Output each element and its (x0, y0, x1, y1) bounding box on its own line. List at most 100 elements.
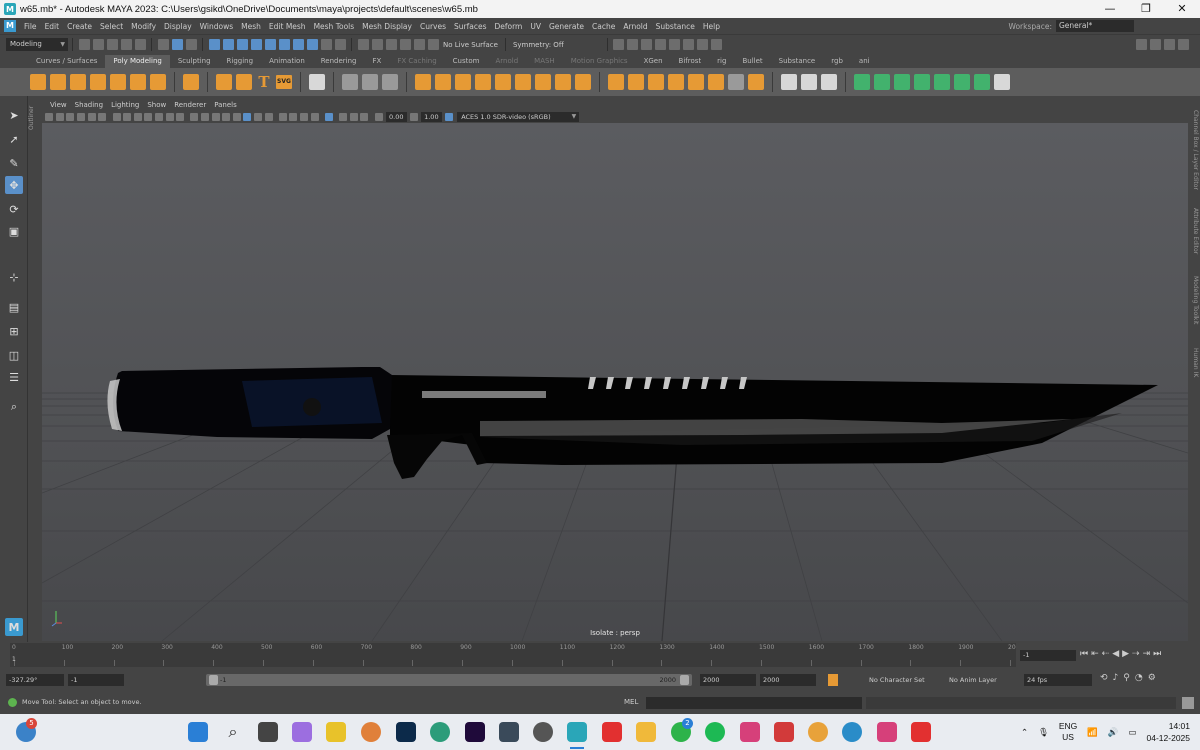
grid-toggle-icon[interactable] (112, 112, 121, 121)
wifi-icon[interactable]: 📶 (1087, 727, 1098, 738)
camera-attributes-icon[interactable] (55, 112, 64, 121)
range-end-handle[interactable] (680, 675, 689, 685)
app-blue-icon[interactable] (842, 722, 862, 742)
select-tool-icon[interactable]: ➤ (5, 106, 23, 124)
move-tool-icon[interactable]: ✥ (5, 176, 23, 194)
playback-prefs-icon[interactable]: ⚙ (1148, 673, 1156, 683)
super-shape-icon[interactable] (216, 74, 232, 90)
select-joint-icon[interactable] (222, 39, 234, 50)
menu-substance[interactable]: Substance (652, 22, 699, 31)
paint-select-icon[interactable]: ✎ (5, 154, 23, 172)
shelf-tab-ani[interactable]: ani (851, 55, 878, 68)
uv-planar-icon[interactable] (854, 74, 870, 90)
merge-icon[interactable] (708, 74, 724, 90)
obs-icon[interactable] (533, 722, 553, 742)
uv-cut-icon[interactable] (974, 74, 990, 90)
loop-icon[interactable]: ⟲ (1100, 673, 1108, 683)
shelf-tab-curves-surfaces[interactable]: Curves / Surfaces (28, 55, 105, 68)
color-management-icon[interactable] (444, 112, 453, 121)
select-render-icon[interactable] (292, 39, 304, 50)
center-pivot-icon[interactable] (342, 74, 358, 90)
youtube-icon[interactable] (602, 722, 622, 742)
open-scene-icon[interactable] (92, 39, 104, 50)
panel-toggle-icon[interactable] (1163, 39, 1175, 50)
shelf-tab-rig[interactable]: rig (709, 55, 734, 68)
save-scene-icon[interactable] (106, 39, 118, 50)
maya-home-icon[interactable]: M (5, 618, 23, 636)
rotate-value-field[interactable]: -327.29° (6, 674, 64, 686)
clock[interactable]: 14:01 04-12-2025 (1147, 720, 1190, 744)
lock-selection-icon[interactable] (320, 39, 332, 50)
shelf-tab-poly-modeling[interactable]: Poly Modeling (105, 55, 170, 68)
x-ray-icon[interactable] (310, 112, 319, 121)
select-deform-icon[interactable] (264, 39, 276, 50)
go-to-end-icon[interactable]: ⏭ (1153, 649, 1161, 659)
shelf-tab-mash[interactable]: MASH (526, 55, 563, 68)
symmetry-dropdown[interactable]: Symmetry: Off (510, 41, 567, 49)
2d-pan-zoom-icon[interactable] (87, 112, 96, 121)
menu-windows[interactable]: Windows (196, 22, 237, 31)
uv-editor-icon[interactable] (309, 74, 325, 90)
field-chart-icon[interactable] (154, 112, 163, 121)
panel-menu-show[interactable]: Show (143, 101, 170, 109)
menu-curves[interactable]: Curves (416, 22, 450, 31)
extrude-icon[interactable] (608, 74, 624, 90)
mute-icon[interactable]: ◔ (1135, 673, 1143, 683)
boolean-icon[interactable] (455, 74, 471, 90)
type-tool-icon[interactable]: T (256, 73, 272, 91)
select-dynamic-icon[interactable] (278, 39, 290, 50)
close-button[interactable]: ✕ (1164, 0, 1200, 18)
retopo-icon[interactable] (555, 74, 571, 90)
shelf-tab-animation[interactable]: Animation (261, 55, 313, 68)
image-plane-icon[interactable] (77, 112, 86, 121)
lasso-tool-icon[interactable]: ➚ (5, 130, 23, 148)
gamma-icon[interactable] (360, 112, 369, 121)
select-misc-icon[interactable] (306, 39, 318, 50)
file-explorer-icon[interactable] (636, 722, 656, 742)
sculpt-icon[interactable] (575, 74, 591, 90)
select-camera-icon[interactable] (45, 112, 54, 121)
combine-icon[interactable] (415, 74, 431, 90)
safe-action-icon[interactable] (165, 112, 174, 121)
poly-plane-icon[interactable] (130, 74, 146, 90)
shelf-tab-bifrost[interactable]: Bifrost (671, 55, 710, 68)
snap-live-icon[interactable] (413, 39, 425, 50)
youtube-2-icon[interactable] (911, 722, 931, 742)
chrome-icon[interactable] (808, 722, 828, 742)
modeling-toolkit-tab[interactable]: Modeling Toolkit (1189, 276, 1199, 324)
app-icon[interactable] (499, 722, 519, 742)
step-forward-frame-icon[interactable]: ⇢ (1132, 649, 1140, 659)
menu-mesh[interactable]: Mesh (237, 22, 265, 31)
color-space-dropdown[interactable]: ACES 1.0 SDR-video (sRGB) ▼ (457, 111, 580, 122)
character-set-dropdown[interactable]: No Character Set (866, 674, 936, 686)
snap-grid-icon[interactable] (357, 39, 369, 50)
panel-menu-renderer[interactable]: Renderer (170, 101, 210, 109)
menu-edit[interactable]: Edit (41, 22, 64, 31)
menu-generate[interactable]: Generate (545, 22, 588, 31)
shadows-icon[interactable] (243, 112, 252, 121)
fps-dropdown[interactable]: 24 fps (1024, 674, 1092, 686)
command-input[interactable] (646, 697, 862, 709)
menu-modify[interactable]: Modify (127, 22, 160, 31)
camera-icon[interactable] (1135, 39, 1147, 50)
shelf-tab-rigging[interactable]: Rigging (219, 55, 262, 68)
shelf-tab-fx-caching[interactable]: FX Caching (389, 55, 444, 68)
blender-icon[interactable] (361, 722, 381, 742)
shelf-tab-rendering[interactable]: Rendering (313, 55, 365, 68)
shelf-tab-fx[interactable]: FX (365, 55, 390, 68)
menu-edit-mesh[interactable]: Edit Mesh (265, 22, 310, 31)
separate-icon[interactable] (435, 74, 451, 90)
play-forwards-icon[interactable]: ▶ (1122, 649, 1129, 659)
wireframe-on-shaded-icon[interactable] (211, 112, 220, 121)
delete-history-icon[interactable] (362, 74, 378, 90)
volume-icon[interactable]: 🔊 (1108, 727, 1119, 738)
render-settings-icon[interactable] (655, 39, 667, 50)
range-start-handle[interactable] (209, 675, 218, 685)
step-back-frame-icon[interactable]: ⇠ (1102, 649, 1110, 659)
instagram-icon[interactable] (740, 722, 760, 742)
menu-mesh-display[interactable]: Mesh Display (358, 22, 416, 31)
motion-blur-icon[interactable] (264, 112, 273, 121)
layout-icon[interactable] (1149, 39, 1161, 50)
platonic-solid-icon[interactable] (183, 74, 199, 90)
highlight-selection-icon[interactable] (334, 39, 346, 50)
